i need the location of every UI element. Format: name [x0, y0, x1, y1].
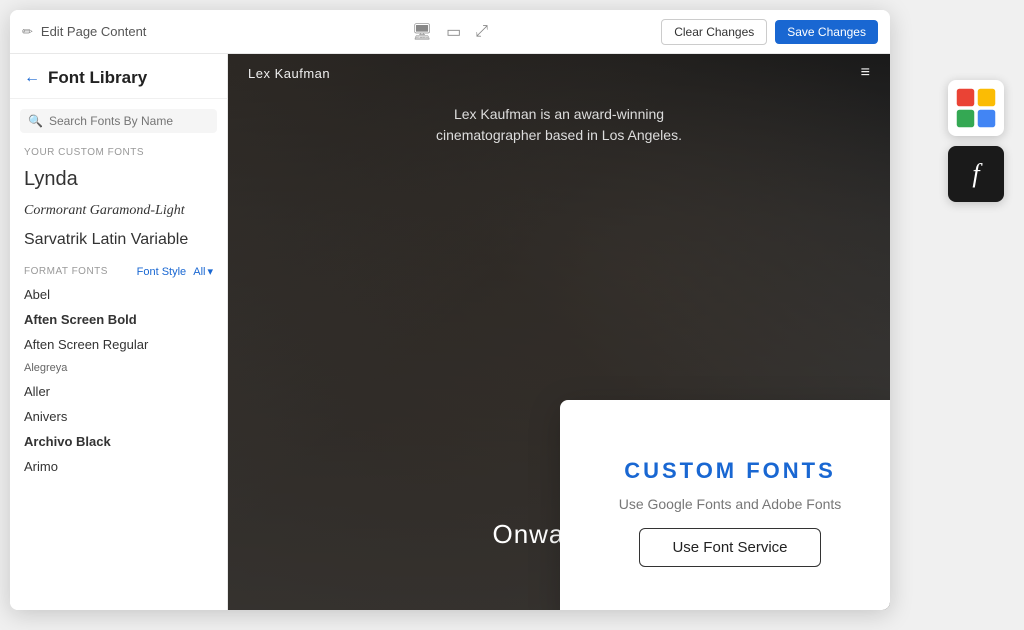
desktop-icon[interactable]: 🖥	[412, 22, 432, 42]
edit-label: Edit Page Content	[41, 24, 147, 39]
top-bar: ✏ Edit Page Content 🖥 ▭ ⤢ Clear Changes …	[10, 10, 890, 54]
custom-fonts-popup: CUSTOM FONTS Use Google Fonts and Adobe …	[560, 400, 890, 610]
back-arrow-icon[interactable]: ←	[24, 69, 40, 87]
expand-icon[interactable]: ⤢	[475, 23, 488, 41]
edit-icon: ✏	[22, 24, 33, 40]
font-style-value: All	[193, 266, 205, 278]
sidebar-title: Font Library	[48, 68, 147, 88]
sidebar: ← Font Library 🔍 YOUR CUSTOM FONTS Lynda…	[10, 54, 228, 610]
font-item-aften-regular[interactable]: Aften Screen Regular	[10, 332, 227, 357]
tablet-icon[interactable]: ▭	[446, 22, 461, 42]
font-item-anivers[interactable]: Anivers	[10, 404, 227, 429]
custom-font-sarvatrik[interactable]: Sarvatrik Latin Variable	[10, 225, 227, 255]
font-item-alegreya[interactable]: Alegreya	[10, 357, 227, 379]
chevron-down-icon: ▾	[207, 265, 213, 278]
top-bar-center: 🖥 ▭ ⤢	[307, 22, 592, 42]
hamburger-icon[interactable]: ≡	[861, 64, 870, 82]
preview-nav: Lex Kaufman ≡	[228, 64, 890, 82]
search-icon: 🔍	[28, 114, 43, 128]
font-style-label: Font Style	[137, 266, 187, 278]
google-fonts-icon[interactable]	[948, 80, 1004, 136]
font-item-abel[interactable]: Abel	[10, 282, 227, 307]
font-style-selector[interactable]: Font Style All ▾	[137, 265, 213, 278]
preview-area: Lex Kaufman ≡ Lex Kaufman is an award-wi…	[228, 54, 890, 610]
adobe-fonts-icon[interactable]: f	[948, 146, 1004, 202]
font-list: Abel Aften Screen Bold Aften Screen Regu…	[10, 282, 227, 610]
tagline-text: Lex Kaufman is an award-winning cinemato…	[419, 104, 699, 146]
popup-title: CUSTOM FONTS	[624, 458, 836, 484]
search-box[interactable]: 🔍	[20, 109, 217, 133]
clear-changes-button[interactable]: Clear Changes	[661, 19, 767, 45]
font-item-aller[interactable]: Aller	[10, 379, 227, 404]
top-bar-left: ✏ Edit Page Content	[22, 24, 307, 40]
use-font-service-button[interactable]: Use Font Service	[639, 528, 820, 567]
site-name: Lex Kaufman	[248, 66, 330, 81]
content-area: ← Font Library 🔍 YOUR CUSTOM FONTS Lynda…	[10, 54, 890, 610]
side-icons: f	[948, 80, 1004, 202]
app-window: ✏ Edit Page Content 🖥 ▭ ⤢ Clear Changes …	[10, 10, 890, 610]
popup-subtitle: Use Google Fonts and Adobe Fonts	[619, 496, 842, 512]
font-item-arimo[interactable]: Arimo	[10, 454, 227, 479]
custom-fonts-label: YOUR CUSTOM FONTS	[10, 139, 227, 162]
font-item-archivo-black[interactable]: Archivo Black	[10, 429, 227, 454]
search-input[interactable]	[49, 114, 209, 128]
sidebar-header: ← Font Library	[10, 54, 227, 99]
custom-font-cormorant[interactable]: Cormorant Garamond-Light	[10, 197, 227, 225]
preview-tagline: Lex Kaufman is an award-winning cinemato…	[419, 104, 699, 146]
google-logo-svg	[955, 87, 997, 129]
font-f-letter: f	[972, 159, 979, 189]
format-fonts-label: FORMAT FONTS	[24, 266, 108, 277]
font-item-aften-bold[interactable]: Aften Screen Bold	[10, 307, 227, 332]
format-fonts-header: FORMAT FONTS Font Style All ▾	[10, 255, 227, 282]
top-bar-right: Clear Changes Save Changes	[593, 19, 878, 45]
custom-font-lynda[interactable]: Lynda	[10, 162, 227, 197]
save-changes-button[interactable]: Save Changes	[775, 20, 878, 44]
